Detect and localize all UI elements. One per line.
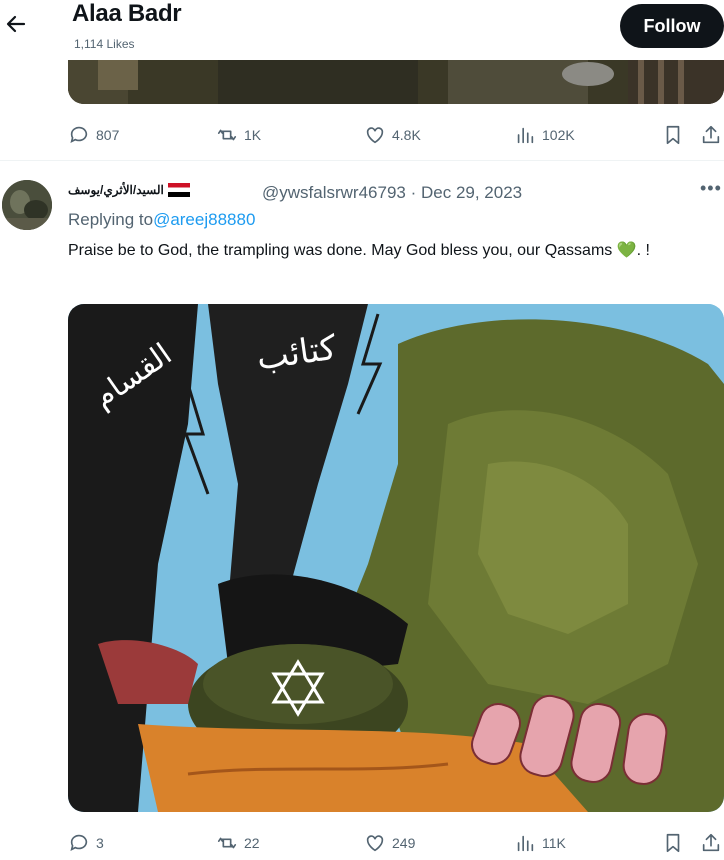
reply-icon (70, 834, 88, 851)
repost-count: 1K (244, 127, 262, 143)
reply-action[interactable]: 3 (68, 828, 104, 858)
replying-to: Replying to@areej88880 (68, 210, 255, 230)
repost-icon (217, 837, 237, 849)
share-icon (702, 125, 720, 144)
bookmark-icon (666, 125, 680, 145)
reply-author-name[interactable]: السيد/الأثري/يوسف (68, 183, 190, 197)
views-action[interactable]: 102K (514, 120, 575, 150)
follow-button[interactable]: Follow (620, 4, 724, 48)
reply-count: 807 (96, 127, 120, 143)
tweet-divider (0, 160, 724, 161)
more-options-icon[interactable]: ••• (700, 178, 722, 199)
bookmark-action[interactable] (662, 120, 684, 150)
tweet-text: Praise be to God, the trampling was done… (68, 242, 650, 259)
bookmark-icon (666, 833, 680, 853)
back-arrow-icon[interactable] (4, 12, 32, 40)
bookmark-action[interactable] (662, 828, 684, 858)
display-name: السيد/الأثري/يوسف (68, 183, 164, 197)
reply-action[interactable]: 807 (68, 120, 119, 150)
views-count: 11K (542, 835, 566, 851)
share-icon (702, 833, 720, 852)
share-action[interactable] (700, 120, 722, 150)
handle[interactable]: @ywsfalsrwr46793 (262, 183, 406, 202)
reply-tweet-actions: 3 22 249 11K (68, 828, 724, 858)
profile-header: Alaa Badr 1,114 Likes Follow (0, 0, 724, 58)
like-count: 4.8K (392, 127, 421, 143)
repost-action[interactable]: 22 (216, 828, 260, 858)
profile-name: Alaa Badr (72, 0, 182, 27)
like-action[interactable]: 249 (364, 828, 415, 858)
profile-likes-count: 1,114 Likes (74, 37, 135, 51)
like-count: 249 (392, 835, 416, 851)
yemen-flag-icon (167, 183, 190, 197)
repost-action[interactable]: 1K (216, 120, 261, 150)
previous-tweet-actions: 807 1K 4.8K 102K (68, 120, 724, 150)
views-count: 102K (542, 127, 575, 143)
replying-prefix: Replying to (68, 210, 154, 229)
views-icon (517, 835, 534, 852)
repost-count: 22 (244, 835, 260, 851)
tweet-image[interactable]: كتائب القسام (68, 304, 724, 812)
avatar[interactable] (2, 180, 52, 230)
heart-icon (366, 127, 384, 144)
like-action[interactable]: 4.8K (364, 120, 421, 150)
heart-icon (366, 835, 384, 852)
reply-handle-date: @ywsfalsrwr46793 · Dec 29, 2023 (262, 183, 522, 203)
previous-tweet-image[interactable] (68, 60, 724, 104)
reply-count: 3 (96, 835, 104, 851)
repost-icon (217, 129, 237, 141)
separator-dot: · (410, 183, 421, 202)
post-date[interactable]: Dec 29, 2023 (421, 183, 522, 202)
replying-mention[interactable]: @areej88880 (153, 210, 255, 229)
share-action[interactable] (700, 828, 722, 858)
views-action[interactable]: 11K (514, 828, 566, 858)
views-icon (517, 127, 534, 144)
reply-icon (70, 126, 88, 143)
